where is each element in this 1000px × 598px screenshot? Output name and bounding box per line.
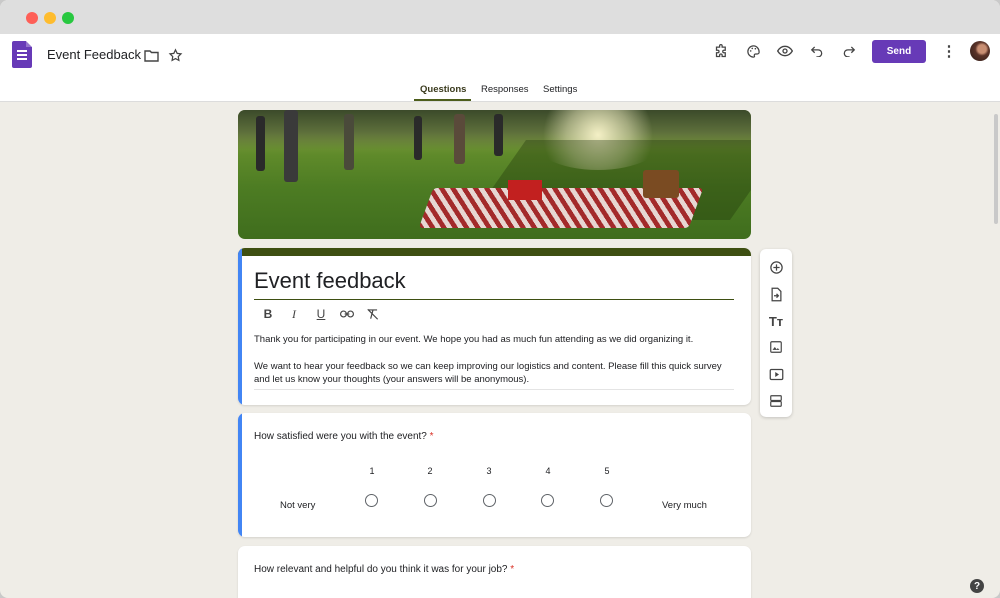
theme-color-bar <box>238 248 751 256</box>
folder-icon[interactable] <box>142 46 160 64</box>
description-paragraph-1: Thank you for participating in our event… <box>254 334 694 345</box>
required-mark: * <box>429 431 434 442</box>
italic-button[interactable]: I <box>286 306 302 322</box>
active-tab-indicator <box>414 99 471 101</box>
tab-settings[interactable]: Settings <box>543 84 577 95</box>
form-title[interactable]: Event feedback <box>254 268 406 294</box>
description-paragraph-2: We want to hear your feedback so we can … <box>254 360 722 386</box>
clear-format-icon[interactable] <box>365 306 381 322</box>
forms-logo-icon[interactable] <box>12 41 32 68</box>
tab-questions[interactable]: Questions <box>420 84 466 95</box>
scale-radio-4[interactable] <box>541 494 554 507</box>
scale-number: 2 <box>427 466 433 476</box>
form-title-card[interactable]: Event feedback B I U Thank you for parti… <box>238 248 751 405</box>
redo-icon[interactable] <box>840 42 858 60</box>
more-vert-icon[interactable]: ⋮ <box>940 42 958 60</box>
tabs-bar: Questions Responses Settings <box>0 81 1000 101</box>
maximize-window-button[interactable] <box>62 12 74 24</box>
addon-puzzle-icon[interactable] <box>712 42 730 60</box>
question-title[interactable]: How relevant and helpful do you think it… <box>254 564 514 575</box>
question-title[interactable]: How satisfied were you with the event? * <box>254 431 434 442</box>
scale-low-label: Not very <box>280 500 316 511</box>
required-mark: * <box>510 564 515 575</box>
add-question-icon[interactable] <box>767 258 785 276</box>
title-underline <box>254 299 734 300</box>
scale-radio-3[interactable] <box>483 494 496 507</box>
close-window-button[interactable] <box>26 12 38 24</box>
scrollbar[interactable] <box>994 114 998 224</box>
underline-button[interactable]: U <box>313 306 329 322</box>
minimize-window-button[interactable] <box>44 12 56 24</box>
preview-eye-icon[interactable] <box>776 42 794 60</box>
bold-button[interactable]: B <box>260 306 276 322</box>
scale-high-label: Very much <box>662 500 707 511</box>
add-title-icon[interactable]: Tт <box>767 312 785 330</box>
browser-window: Event Feedback Send ⋮ Questions Response… <box>0 0 1000 598</box>
send-button[interactable]: Send <box>872 40 926 63</box>
forms-header: Event Feedback Send ⋮ Questions Response… <box>0 34 1000 102</box>
question-toolbar: Tт <box>760 249 792 417</box>
tab-responses[interactable]: Responses <box>481 84 529 95</box>
import-questions-icon[interactable] <box>767 285 785 303</box>
question-card-relevance[interactable]: How relevant and helpful do you think it… <box>238 546 751 598</box>
header-image <box>238 110 751 239</box>
form-editor-canvas: Event feedback B I U Thank you for parti… <box>0 103 1000 598</box>
scale-number: 5 <box>604 466 610 476</box>
selected-card-indicator <box>238 248 242 405</box>
add-image-icon[interactable] <box>767 338 785 356</box>
selected-card-indicator <box>238 413 242 537</box>
undo-icon[interactable] <box>808 42 826 60</box>
scale-radio-2[interactable] <box>424 494 437 507</box>
scale-radio-1[interactable] <box>365 494 378 507</box>
scale-number: 1 <box>369 466 375 476</box>
help-icon[interactable]: ? <box>970 579 984 593</box>
scale-number: 4 <box>545 466 551 476</box>
add-video-icon[interactable] <box>767 365 785 383</box>
form-description[interactable]: Thank you for participating in our event… <box>254 333 734 387</box>
window-titlebar <box>0 0 1000 34</box>
question-card-satisfaction[interactable]: How satisfied were you with the event? *… <box>238 413 751 537</box>
link-icon[interactable] <box>339 306 355 322</box>
description-underline <box>254 389 734 390</box>
avatar[interactable] <box>970 41 990 61</box>
scale-number: 3 <box>486 466 492 476</box>
palette-icon[interactable] <box>744 42 762 60</box>
document-title[interactable]: Event Feedback <box>47 47 141 62</box>
add-section-icon[interactable] <box>767 392 785 410</box>
star-icon[interactable] <box>166 46 184 64</box>
scale-radio-5[interactable] <box>600 494 613 507</box>
